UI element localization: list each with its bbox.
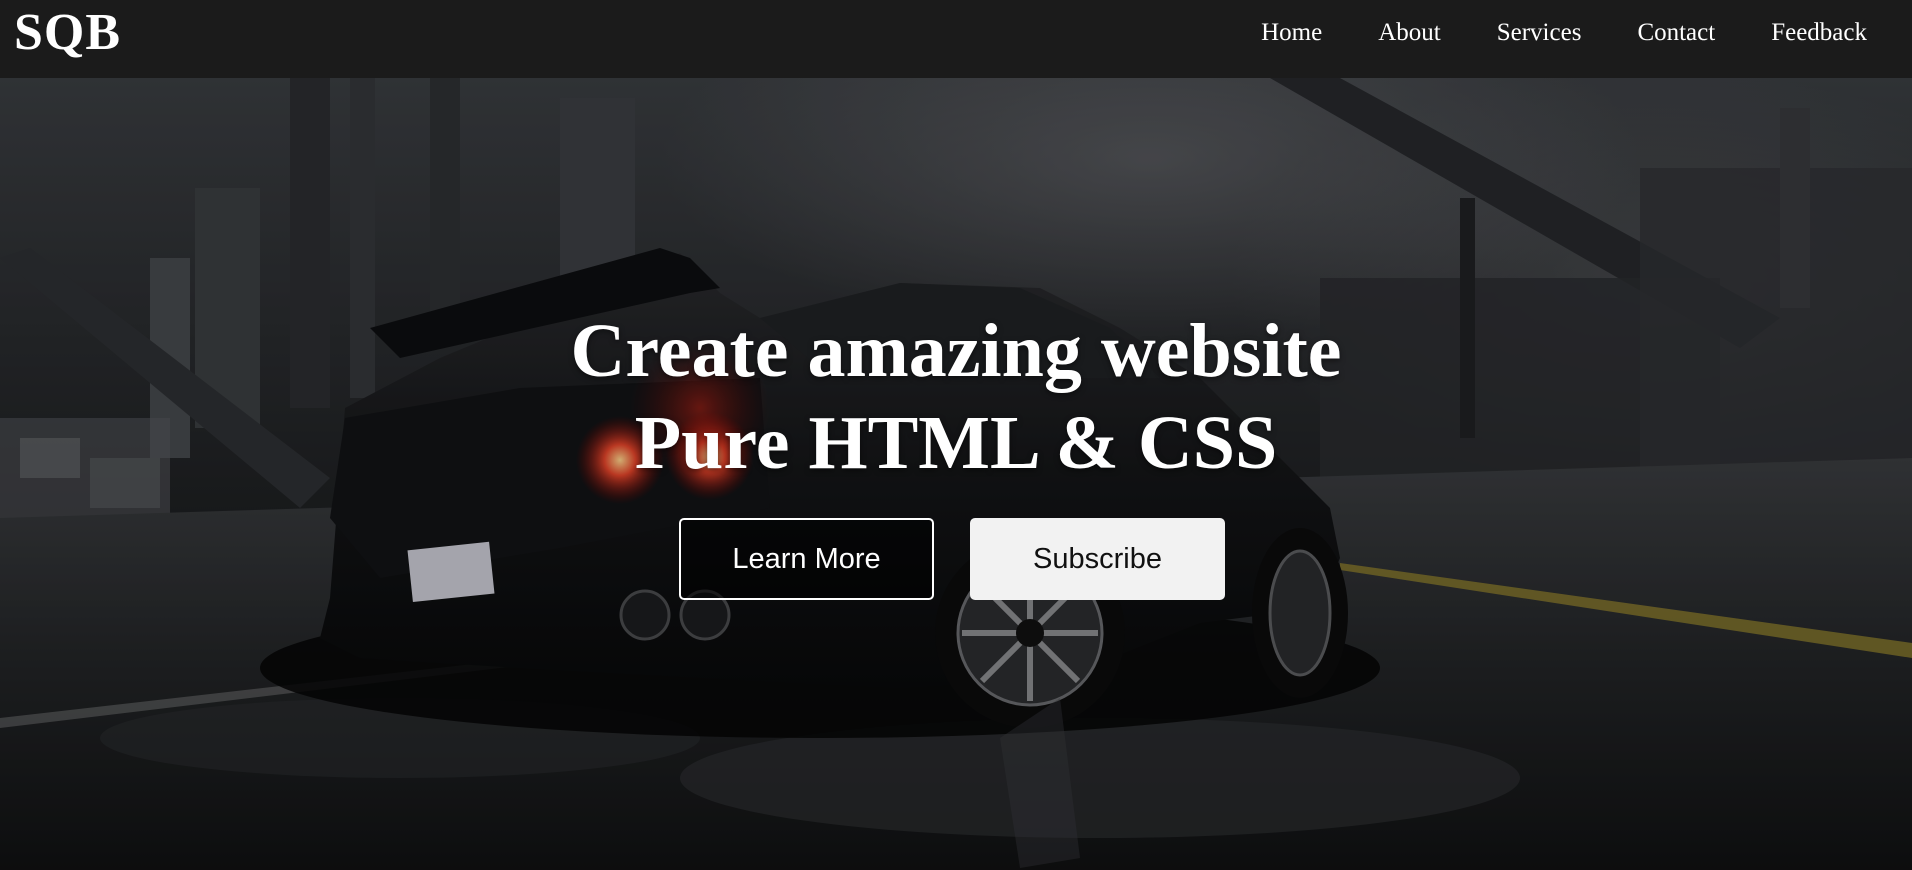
nav-link-contact[interactable]: Contact	[1637, 19, 1715, 47]
navbar: SQB Home About Services Contact Feedback	[0, 0, 1912, 78]
nav-link-services[interactable]: Services	[1497, 19, 1582, 47]
nav-link-feedback[interactable]: Feedback	[1771, 19, 1867, 47]
hero-title-line-1: Create amazing website	[570, 309, 1342, 393]
hero-title-line-2: Pure HTML & CSS	[634, 401, 1278, 485]
nav-link-about[interactable]: About	[1378, 19, 1441, 47]
hero-buttons: Learn More Subscribe	[0, 518, 1912, 600]
nav-link-home[interactable]: Home	[1261, 19, 1322, 47]
nav-links: Home About Services Contact Feedback	[1261, 0, 1867, 66]
subscribe-button[interactable]: Subscribe	[970, 518, 1225, 600]
site-logo[interactable]: SQB	[14, 0, 121, 66]
learn-more-button[interactable]: Learn More	[679, 518, 934, 600]
landing-page: SQB Home About Services Contact Feedback	[0, 0, 1912, 870]
hero-title: Create amazing website Pure HTML & CSS	[0, 305, 1912, 489]
hero-content: Create amazing website Pure HTML & CSS L…	[0, 305, 1912, 600]
